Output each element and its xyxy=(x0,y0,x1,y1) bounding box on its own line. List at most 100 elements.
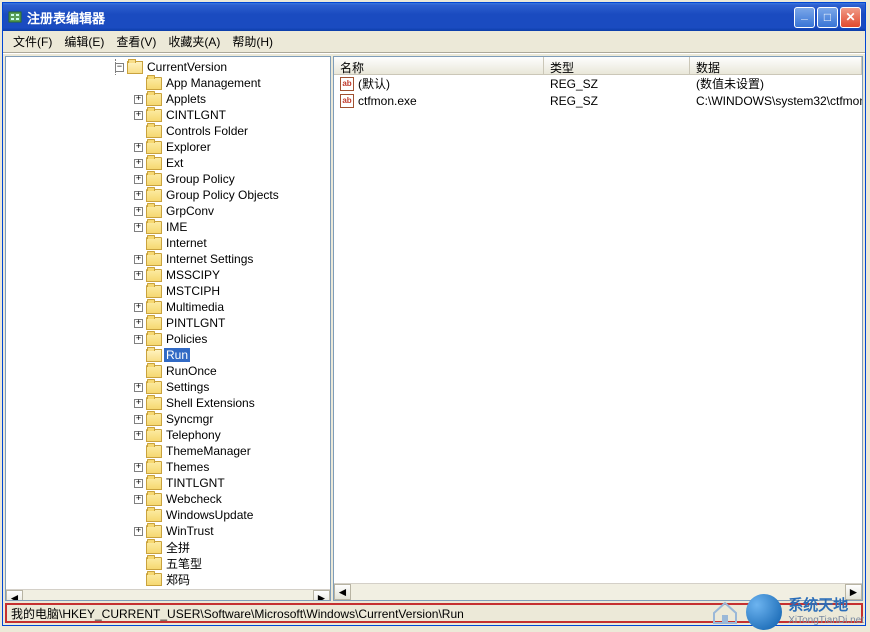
tree-panel[interactable]: −CurrentVersionApp Management+Applets+CI… xyxy=(5,56,331,601)
tree-node[interactable]: 五笔型 xyxy=(6,555,330,571)
folder-icon xyxy=(146,525,162,538)
tree-node[interactable]: +WinTrust xyxy=(6,523,330,539)
tree-node[interactable]: 郑码 xyxy=(6,571,330,587)
tree-node-label: Explorer xyxy=(164,140,213,154)
tree-node-label: GrpConv xyxy=(164,204,216,218)
close-button[interactable]: ✕ xyxy=(840,7,861,28)
tree-node[interactable]: RunOnce xyxy=(6,363,330,379)
expand-icon[interactable]: + xyxy=(134,415,143,424)
scroll-track[interactable] xyxy=(23,590,313,601)
folder-icon xyxy=(146,77,162,90)
tree-node-root[interactable]: −CurrentVersion xyxy=(6,59,330,75)
list-row[interactable]: abctfmon.exeREG_SZC:\WINDOWS\system32\ct… xyxy=(334,92,862,109)
main-panel: −CurrentVersionApp Management+Applets+CI… xyxy=(3,53,865,603)
expand-icon[interactable]: + xyxy=(134,463,143,472)
tree-node-label: Shell Extensions xyxy=(164,396,257,410)
tree-node[interactable]: WindowsUpdate xyxy=(6,507,330,523)
tree-node[interactable]: MSTCIPH xyxy=(6,283,330,299)
list-body[interactable]: ab(默认)REG_SZ(数值未设置)abctfmon.exeREG_SZC:\… xyxy=(334,75,862,583)
expand-icon[interactable]: + xyxy=(134,319,143,328)
tree-node[interactable]: + PINTLGNT xyxy=(6,315,330,331)
value-name: ctfmon.exe xyxy=(358,94,417,108)
tree-node[interactable]: + Explorer xyxy=(6,139,330,155)
tree-node[interactable]: +Ext xyxy=(6,155,330,171)
menu-view[interactable]: 查看(V) xyxy=(110,31,162,52)
tree-node[interactable]: +Webcheck xyxy=(6,491,330,507)
tree-node[interactable]: +Telephony xyxy=(6,427,330,443)
expand-icon[interactable]: + xyxy=(134,383,143,392)
tree-node[interactable]: +Syncmgr xyxy=(6,411,330,427)
scroll-right-button[interactable]: ► xyxy=(313,590,330,601)
expand-icon[interactable]: + xyxy=(134,479,143,488)
column-name[interactable]: 名称 xyxy=(334,57,544,74)
tree-node[interactable]: +Policies xyxy=(6,331,330,347)
menu-favorites[interactable]: 收藏夹(A) xyxy=(162,31,226,52)
tree-node-label: CINTLGNT xyxy=(164,108,228,122)
folder-icon xyxy=(146,125,162,138)
tree-node[interactable]: +Group Policy xyxy=(6,171,330,187)
expand-icon[interactable]: + xyxy=(134,159,143,168)
expand-icon[interactable]: + xyxy=(134,175,143,184)
minimize-button[interactable]: _ xyxy=(794,7,815,28)
menu-help[interactable]: 帮助(H) xyxy=(226,31,279,52)
globe-icon xyxy=(746,594,782,630)
tree-scrollbar[interactable]: ◄ ► xyxy=(6,589,330,601)
tree-node[interactable]: +Internet Settings xyxy=(6,251,330,267)
tree-node[interactable]: Controls Folder xyxy=(6,123,330,139)
tree-node[interactable]: +Themes xyxy=(6,459,330,475)
expand-icon[interactable]: + xyxy=(134,335,143,344)
tree-node[interactable]: + Shell Extensions xyxy=(6,395,330,411)
expander-placeholder xyxy=(134,367,143,376)
expand-icon[interactable]: + xyxy=(134,431,143,440)
expand-icon[interactable]: + xyxy=(134,399,143,408)
titlebar[interactable]: 注册表编辑器 _ □ ✕ xyxy=(3,3,865,31)
tree-node[interactable]: +IME xyxy=(6,219,330,235)
tree-node[interactable]: +Applets xyxy=(6,91,330,107)
tree-node-label: Settings xyxy=(164,380,211,394)
expand-icon[interactable]: + xyxy=(134,271,143,280)
column-type[interactable]: 类型 xyxy=(544,57,690,74)
tree-node-label: TINTLGNT xyxy=(164,476,227,490)
tree-node[interactable]: App Management xyxy=(6,75,330,91)
menu-edit[interactable]: 编辑(E) xyxy=(58,31,110,52)
tree-node[interactable]: +Group Policy Objects xyxy=(6,187,330,203)
tree-node-label: 全拼 xyxy=(164,539,192,556)
expand-icon[interactable]: + xyxy=(134,255,143,264)
tree-node[interactable]: + GrpConv xyxy=(6,203,330,219)
expand-icon[interactable]: + xyxy=(134,303,143,312)
maximize-button[interactable]: □ xyxy=(817,7,838,28)
tree-node[interactable]: + TINTLGNT xyxy=(6,475,330,491)
tree-node[interactable]: 全拼 xyxy=(6,539,330,555)
expander-placeholder xyxy=(134,559,143,568)
scroll-left-button[interactable]: ◄ xyxy=(334,584,351,600)
watermark-line2: XiTongTianDi.net xyxy=(788,615,864,626)
expand-icon[interactable]: + xyxy=(134,223,143,232)
expand-icon[interactable]: + xyxy=(134,207,143,216)
tree-node[interactable]: ThemeManager xyxy=(6,443,330,459)
tree-node[interactable]: Internet xyxy=(6,235,330,251)
folder-icon xyxy=(146,557,162,570)
scroll-left-button[interactable]: ◄ xyxy=(6,590,23,601)
collapse-icon[interactable]: − xyxy=(115,63,124,72)
expand-icon[interactable]: + xyxy=(134,143,143,152)
expand-icon[interactable]: + xyxy=(134,191,143,200)
cell-type: REG_SZ xyxy=(544,77,690,91)
tree-node[interactable]: Run xyxy=(6,347,330,363)
expand-icon[interactable]: + xyxy=(134,527,143,536)
tree-node[interactable]: +Multimedia xyxy=(6,299,330,315)
menu-file[interactable]: 文件(F) xyxy=(7,31,58,52)
expand-icon[interactable]: + xyxy=(134,495,143,504)
column-data[interactable]: 数据 xyxy=(690,57,862,74)
expand-icon[interactable]: + xyxy=(134,95,143,104)
tree-node-label: PINTLGNT xyxy=(164,316,227,330)
tree-node[interactable]: + CINTLGNT xyxy=(6,107,330,123)
tree-node[interactable]: + Settings xyxy=(6,379,330,395)
tree-node[interactable]: +MSSCIPY xyxy=(6,267,330,283)
tree-node-label: 郑码 xyxy=(164,571,192,588)
list-row[interactable]: ab(默认)REG_SZ(数值未设置) xyxy=(334,75,862,92)
expand-icon[interactable]: + xyxy=(134,111,143,120)
expander-placeholder xyxy=(134,127,143,136)
cell-data: C:\WINDOWS\system32\ctfmon.e xyxy=(690,94,862,108)
expander-placeholder xyxy=(134,511,143,520)
tree-node-label: RunOnce xyxy=(164,364,219,378)
